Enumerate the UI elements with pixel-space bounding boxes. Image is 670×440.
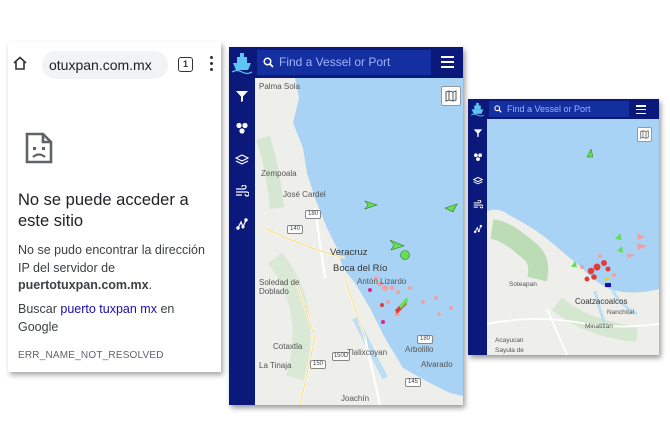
map-tool-sidebar <box>229 78 255 405</box>
marine-map-coatzacoalcos: Find a Vessel or Port Coatzacoalcos Sote… <box>468 99 659 355</box>
layers-icon[interactable] <box>229 144 255 176</box>
filter-icon[interactable] <box>468 121 487 145</box>
map-canvas[interactable]: Coatzacoalcos Soteapan Acayucan Minatitl… <box>487 119 659 355</box>
search-icon <box>494 105 502 113</box>
map-terrain <box>487 119 659 355</box>
browser-error-screen: otuxpan.com.mx 1 No se puede acceder a e… <box>8 42 221 372</box>
place-label: Veracruz <box>330 247 368 258</box>
place-label: Coatzacoalcos <box>575 297 628 306</box>
fleet-icon[interactable] <box>229 112 255 144</box>
marine-map-veracruz: Find a Vessel or Port Palma Sola Zempoal… <box>229 47 463 405</box>
search-icon <box>263 57 274 68</box>
map-layers-toggle-icon[interactable] <box>441 86 461 106</box>
weather-wind-icon[interactable] <box>468 193 487 217</box>
error-description: No se pudo encontrar la dirección IP del… <box>18 242 213 295</box>
place-label: Palma Sola <box>259 82 300 91</box>
road-shield: 180 <box>305 210 321 219</box>
map-tool-sidebar <box>468 119 487 355</box>
app-logo-ship-icon[interactable] <box>229 47 255 78</box>
error-code: ERR_NAME_NOT_RESOLVED <box>18 350 164 361</box>
road-shield: 150D <box>332 352 350 361</box>
route-tools-icon[interactable] <box>468 217 487 241</box>
hamburger-menu-icon[interactable] <box>636 105 646 115</box>
place-label: Soledad de Doblado <box>259 278 300 296</box>
error-desc-suffix: . <box>148 278 153 292</box>
sad-document-icon <box>25 132 53 164</box>
weather-wind-icon[interactable] <box>229 176 255 208</box>
map-layers-toggle-icon[interactable] <box>637 127 652 142</box>
place-label: Antón Lizardo <box>357 277 407 286</box>
road-shield: 180 <box>417 335 433 344</box>
map-canvas[interactable]: Palma Sola Zempoala José Cardel Veracruz… <box>255 78 463 405</box>
search-prefix: Buscar <box>18 302 57 316</box>
tab-count: 1 <box>182 59 188 69</box>
place-label: Sayula de <box>495 347 524 354</box>
url-field[interactable]: otuxpan.com.mx <box>42 51 168 79</box>
place-label: Cotaxtla <box>273 342 303 351</box>
route-tools-icon[interactable] <box>229 208 255 240</box>
error-desc-prefix: No se pudo encontrar la dirección IP del… <box>18 243 205 275</box>
error-host: puertotuxpan.com.mx <box>18 278 149 292</box>
map-top-bar: Find a Vessel or Port <box>229 47 463 78</box>
place-label: Alvarado <box>421 360 453 369</box>
fleet-icon[interactable] <box>468 145 487 169</box>
search-placeholder: Find a Vessel or Port <box>507 104 591 114</box>
url-text: otuxpan.com.mx <box>49 57 152 73</box>
app-logo-ship-icon[interactable] <box>468 99 487 119</box>
error-title: No se puede acceder a este sitio <box>18 191 189 230</box>
filter-icon[interactable] <box>229 80 255 112</box>
place-label: José Cardel <box>283 190 326 199</box>
place-label: Tlalixcoyan <box>347 348 388 357</box>
place-label: La Tinaja <box>259 361 292 370</box>
place-label: Minatitlán <box>585 323 613 330</box>
search-link[interactable]: puerto tuxpan mx <box>60 302 157 316</box>
place-label: Zempoala <box>261 169 297 178</box>
road-shield: 145 <box>405 378 421 387</box>
browser-url-bar: otuxpan.com.mx 1 <box>8 42 221 86</box>
search-placeholder: Find a Vessel or Port <box>279 55 391 69</box>
search-suggestion: Buscar puerto tuxpan mx en Google <box>18 301 213 336</box>
hamburger-menu-icon[interactable] <box>441 56 454 68</box>
tab-count-button[interactable]: 1 <box>178 57 193 72</box>
place-label: Joachín <box>341 394 370 403</box>
place-label: Acayucan <box>495 337 524 344</box>
road-shield: 140 <box>287 225 303 234</box>
map-top-bar: Find a Vessel or Port <box>468 99 659 119</box>
layers-icon[interactable] <box>468 169 487 193</box>
vessel-search-input[interactable]: Find a Vessel or Port <box>489 101 629 117</box>
place-label: Soteapan <box>509 281 537 288</box>
place-label: Arbolillo <box>405 345 434 354</box>
home-icon[interactable] <box>12 55 28 71</box>
place-label: Boca del Río <box>333 263 388 274</box>
vessel-search-input[interactable]: Find a Vessel or Port <box>257 50 431 75</box>
road-shield: 150 <box>310 360 326 369</box>
more-menu-icon[interactable] <box>208 56 214 74</box>
place-label: Nanchital <box>607 309 635 316</box>
